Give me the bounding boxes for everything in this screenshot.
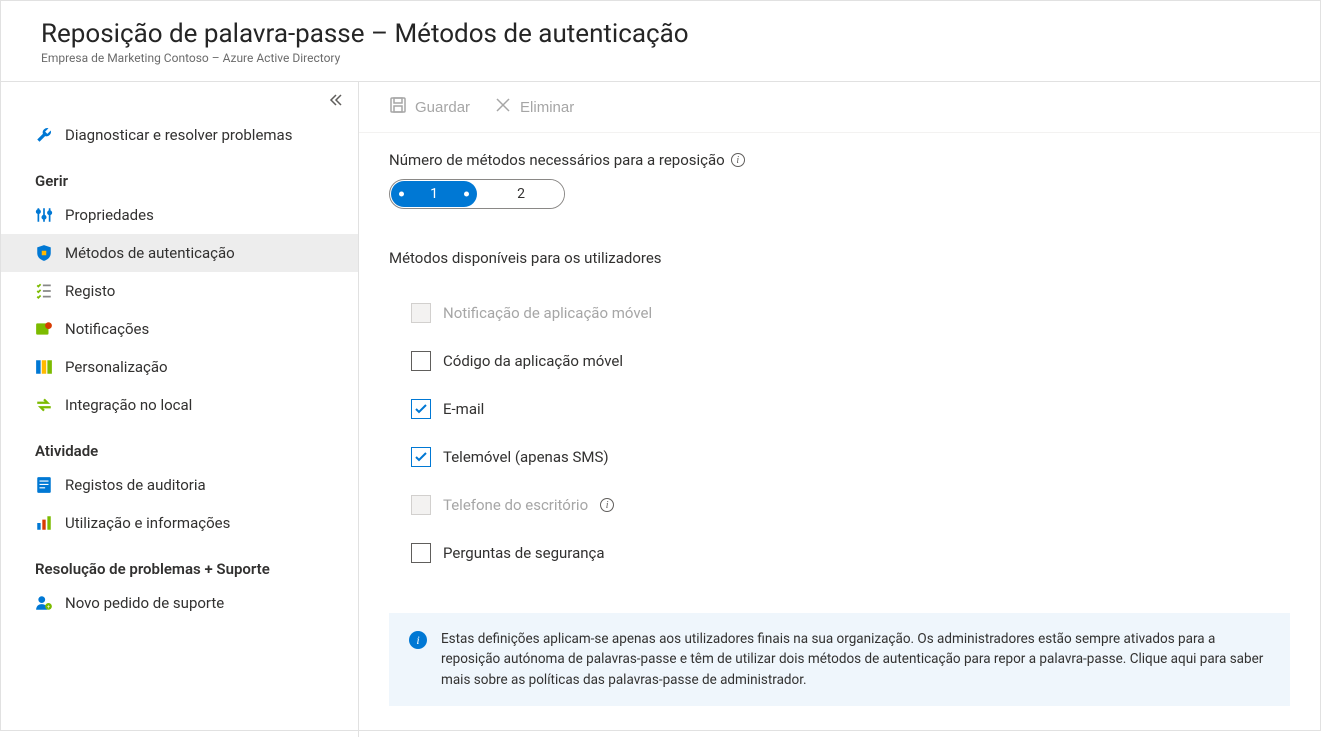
sidebar-item-label: Notificações [65, 320, 149, 338]
palette-icon [35, 358, 53, 376]
save-icon [389, 96, 407, 118]
sync-icon [35, 396, 53, 414]
method-label: Notificação de aplicação móvel [443, 304, 652, 322]
sidebar-item-onprem-integration[interactable]: Integração no local [1, 386, 358, 424]
checklist-icon [35, 282, 53, 300]
method-email[interactable]: E-mail [389, 385, 1290, 433]
sidebar-item-label: Propriedades [65, 206, 154, 224]
sidebar-item-new-support-request[interactable]: + Novo pedido de suporte [1, 584, 358, 622]
page-title: Reposição de palavra-passe – Métodos de … [41, 19, 1280, 49]
sidebar-item-label: Personalização [65, 358, 168, 376]
sidebar: Diagnosticar e resolver problemas Gerir … [1, 82, 359, 737]
method-mobile-app-code[interactable]: Código da aplicação móvel [389, 337, 1290, 385]
method-label: Código da aplicação móvel [443, 352, 623, 370]
method-security-questions[interactable]: Perguntas de segurança [389, 529, 1290, 577]
sidebar-section-activity: Atividade [1, 424, 358, 466]
sidebar-item-label: Registo [65, 282, 115, 300]
method-office-phone: Telefone do escritório i [389, 481, 1290, 529]
info-banner: i Estas definições aplicam-se apenas aos… [389, 613, 1290, 706]
chevron-double-left-icon [328, 92, 344, 112]
info-icon: i [409, 631, 427, 649]
num-methods-option-2[interactable]: 2 [478, 180, 564, 208]
method-label: Telemóvel (apenas SMS) [443, 448, 609, 466]
method-mobile-phone[interactable]: Telemóvel (apenas SMS) [389, 433, 1290, 481]
checkbox[interactable] [411, 447, 431, 467]
sliders-icon [35, 206, 53, 224]
log-icon [35, 476, 53, 494]
page-header: Reposição de palavra-passe – Métodos de … [1, 1, 1320, 82]
checkbox[interactable] [411, 543, 431, 563]
sidebar-item-label: Utilização e informações [65, 514, 230, 532]
num-methods-label: Número de métodos necessários para a rep… [389, 151, 1290, 169]
sidebar-item-auth-methods[interactable]: Métodos de autenticação [1, 234, 358, 272]
checkbox[interactable] [411, 351, 431, 371]
chart-icon [35, 514, 53, 532]
support-icon: + [35, 594, 53, 612]
checkbox[interactable] [411, 399, 431, 419]
num-methods-toggle[interactable]: 1 2 [389, 179, 565, 209]
checkbox [411, 303, 431, 323]
wrench-icon [35, 126, 53, 144]
num-methods-option-1[interactable]: 1 [391, 181, 477, 207]
sidebar-item-usage-insights[interactable]: Utilização e informações [1, 504, 358, 542]
save-button-label: Guardar [415, 99, 470, 116]
save-button[interactable]: Guardar [389, 96, 470, 118]
shield-icon [35, 244, 53, 262]
main-panel: Guardar Eliminar Número de métodos neces… [359, 82, 1320, 737]
sidebar-item-registration[interactable]: Registo [1, 272, 358, 310]
sidebar-item-properties[interactable]: Propriedades [1, 196, 358, 234]
sidebar-item-label: Registos de auditoria [65, 476, 206, 494]
info-icon[interactable]: i [731, 153, 745, 167]
sidebar-item-diagnose[interactable]: Diagnosticar e resolver problemas [1, 116, 358, 154]
sidebar-item-label: Diagnosticar e resolver problemas [65, 126, 292, 144]
method-label: E-mail [443, 400, 484, 418]
sidebar-item-label: Métodos de autenticação [65, 244, 235, 262]
discard-button[interactable]: Eliminar [494, 96, 574, 118]
collapse-sidebar-button[interactable] [1, 92, 358, 116]
method-label: Telefone do escritório [443, 496, 588, 514]
method-mobile-app-notification: Notificação de aplicação móvel [389, 289, 1290, 337]
breadcrumb: Empresa de Marketing Contoso – Azure Act… [41, 51, 1280, 65]
sidebar-item-label: Integração no local [65, 396, 192, 414]
svg-text:+: + [47, 605, 50, 611]
sidebar-item-notifications[interactable]: Notificações [1, 310, 358, 348]
sidebar-item-customization[interactable]: Personalização [1, 348, 358, 386]
info-icon[interactable]: i [600, 498, 614, 512]
checkbox [411, 495, 431, 515]
close-icon [494, 96, 512, 118]
notification-icon [35, 320, 53, 338]
method-label: Perguntas de segurança [443, 544, 605, 562]
sidebar-section-manage: Gerir [1, 154, 358, 196]
toolbar: Guardar Eliminar [359, 82, 1320, 133]
sidebar-item-audit-logs[interactable]: Registos de auditoria [1, 466, 358, 504]
sidebar-section-troubleshoot: Resolução de problemas + Suporte [1, 542, 358, 584]
methods-heading: Métodos disponíveis para os utilizadores [389, 249, 1290, 267]
info-banner-text: Estas definições aplicam-se apenas aos u… [441, 629, 1270, 690]
discard-button-label: Eliminar [520, 99, 574, 116]
sidebar-item-label: Novo pedido de suporte [65, 594, 224, 612]
